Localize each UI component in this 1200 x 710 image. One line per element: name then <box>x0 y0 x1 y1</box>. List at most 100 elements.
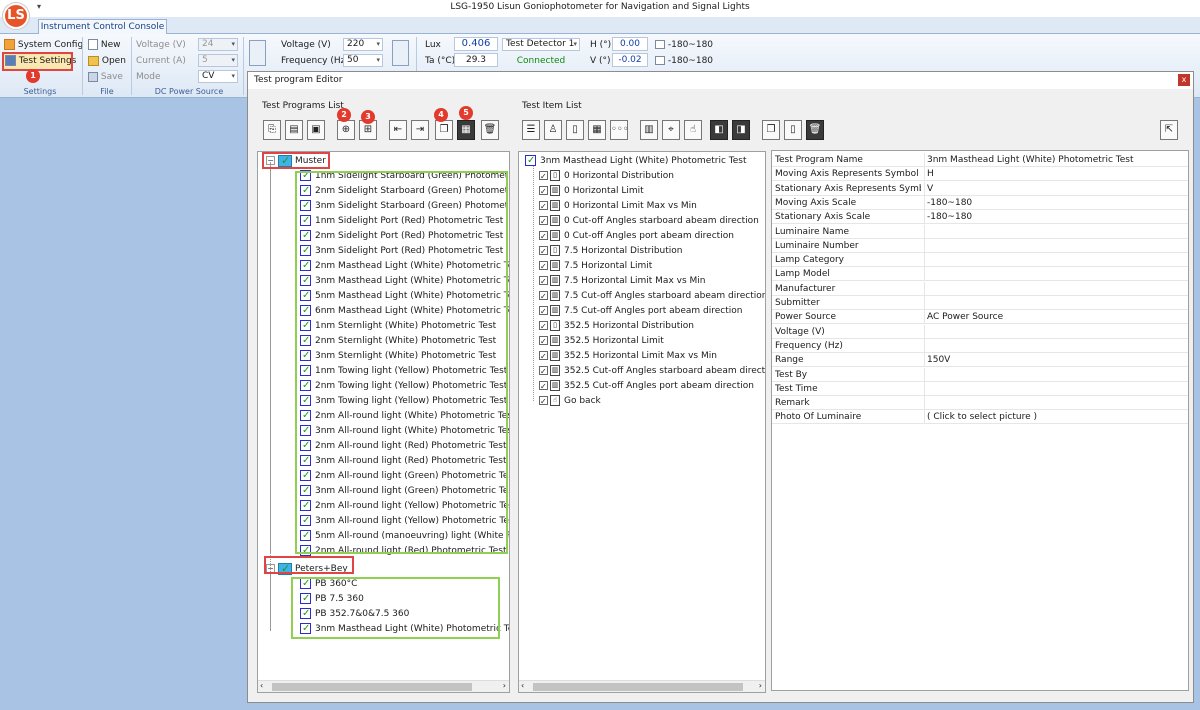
item-checkbox[interactable] <box>539 379 548 394</box>
test-item-row[interactable]: ▯ 0 Horizontal Distribution <box>539 169 765 184</box>
test-item-row[interactable]: ▥ 7.5 Horizontal Limit <box>539 259 765 274</box>
save-program-icon[interactable]: ▣ <box>307 120 325 140</box>
new-program-icon[interactable]: ⎘ <box>263 120 281 140</box>
program-row[interactable]: 3nm Masthead Light (White) Photometric T… <box>300 622 509 637</box>
program-row[interactable]: 2nm All-round light (White) Photometric … <box>300 409 509 424</box>
scroll-right-icon[interactable]: › <box>503 681 506 690</box>
program-checkbox[interactable] <box>300 379 311 393</box>
add-item-icon[interactable]: ☰ <box>522 120 540 140</box>
program-row[interactable]: 1nm Sternlight (White) Photometric Test <box>300 319 509 334</box>
item-checkbox[interactable] <box>539 349 548 364</box>
test-item-row[interactable]: ▥ 0 Horizontal Limit <box>539 184 765 199</box>
property-row[interactable]: Stationary Axis Scale -180~180 <box>772 210 1188 225</box>
program-row[interactable]: 1nm Sidelight Port (Red) Photometric Tes… <box>300 214 509 229</box>
property-row[interactable]: Test Program Name 3nm Masthead Light (Whi… <box>772 153 1188 167</box>
test-item-row[interactable]: ▯ 7.5 Horizontal Distribution <box>539 244 765 259</box>
program-row[interactable]: PB 352.7&0&7.5 360 <box>300 607 509 622</box>
property-row[interactable]: Submitter <box>772 296 1188 310</box>
property-row[interactable]: Luminaire Name <box>772 224 1188 239</box>
item-checkbox[interactable] <box>539 394 548 409</box>
move-right-icon[interactable]: ⇥ <box>411 120 429 140</box>
property-value[interactable] <box>924 253 1188 268</box>
property-row[interactable]: Moving Axis Represents Symbol H <box>772 167 1188 182</box>
program-row[interactable]: 3nm All-round light (Red) Photometric Te… <box>300 454 509 469</box>
item-checkbox[interactable] <box>539 304 548 319</box>
program-checkbox[interactable] <box>300 289 311 303</box>
program-row[interactable]: 2nm Masthead Light (White) Photometric T… <box>300 259 509 274</box>
property-value[interactable]: 150V <box>924 353 1188 368</box>
program-checkbox[interactable] <box>300 424 311 438</box>
test-item-row[interactable]: ▥ 352.5 Horizontal Limit Max vs Min <box>539 349 765 364</box>
test-program-root[interactable]: 3nm Masthead Light (White) Photometric T… <box>525 154 747 169</box>
move-left-icon[interactable]: ⇤ <box>389 120 407 140</box>
property-value[interactable] <box>924 396 1188 411</box>
program-checkbox[interactable] <box>300 184 311 198</box>
test-item-row[interactable]: ▥ 7.5 Cut-off Angles port abeam direction <box>539 304 765 319</box>
root-checkbox[interactable] <box>525 154 536 168</box>
property-value[interactable] <box>924 238 1188 253</box>
program-checkbox[interactable] <box>300 592 311 606</box>
new-button[interactable]: New <box>88 38 121 52</box>
program-row[interactable]: 1nm Sidelight Starboard (Green) Photomet… <box>300 169 509 184</box>
property-value[interactable] <box>924 324 1188 339</box>
test-item-row[interactable]: ▥ 7.5 Cut-off Angles starboard abeam dire… <box>539 289 765 304</box>
test-item-row[interactable]: ▥ 0 Cut-off Angles port abeam direction <box>539 229 765 244</box>
ac-voltage-select[interactable]: 220 <box>343 38 383 51</box>
program-row[interactable]: 2nm Sternlight (White) Photometric Test <box>300 334 509 349</box>
import-program-icon[interactable]: ▤ <box>285 120 303 140</box>
dots-icon[interactable]: ◦◦◦ <box>610 120 629 140</box>
tree-group-0[interactable]: −Muster <box>266 154 326 169</box>
program-checkbox[interactable] <box>300 622 311 636</box>
program-checkbox[interactable] <box>300 394 311 408</box>
program-checkbox[interactable] <box>300 169 311 183</box>
program-checkbox[interactable] <box>300 454 311 468</box>
program-row[interactable]: 2nm Towing light (Yellow) Photometric Te… <box>300 379 509 394</box>
tab-instrument-control-console[interactable]: Instrument Control Console <box>38 19 167 35</box>
scroll-left-icon[interactable]: ‹ <box>521 681 524 690</box>
item-checkbox[interactable] <box>539 244 548 259</box>
property-row[interactable]: Range 150V <box>772 353 1188 368</box>
program-row[interactable]: PB 360°C <box>300 577 509 592</box>
program-row[interactable]: PB 7.5 360 <box>300 592 509 607</box>
program-row[interactable]: 3nm Towing light (Yellow) Photometric Te… <box>300 394 509 409</box>
property-row[interactable]: Lamp Category <box>772 253 1188 268</box>
property-value[interactable]: -180~180 <box>924 210 1188 225</box>
property-row[interactable]: Remark <box>772 396 1188 411</box>
property-value[interactable]: AC Power Source <box>924 310 1188 325</box>
program-checkbox[interactable] <box>300 274 311 288</box>
property-value[interactable]: V <box>924 181 1188 196</box>
test-item-row[interactable]: ▥ 352.5 Cut-off Angles port abeam directi… <box>539 379 765 394</box>
program-checkbox[interactable] <box>300 214 311 228</box>
test-item-row[interactable]: ▥ 7.5 Horizontal Limit Max vs Min <box>539 274 765 289</box>
program-checkbox[interactable] <box>300 607 311 621</box>
item-checkbox[interactable] <box>539 334 548 349</box>
detector-select[interactable]: Test Detector 1 <box>502 38 580 51</box>
test-item-row[interactable]: ▥ 352.5 Horizontal Limit <box>539 334 765 349</box>
item-checkbox[interactable] <box>539 289 548 304</box>
program-checkbox[interactable] <box>300 334 311 348</box>
property-value[interactable]: ( Click to select picture ) <box>924 410 1188 425</box>
distribution-icon[interactable]: ▯ <box>566 120 584 140</box>
property-row[interactable]: Voltage (V) <box>772 324 1188 339</box>
item-delete-icon[interactable]: 🗑 <box>806 120 824 140</box>
open-button[interactable]: Open <box>88 54 126 68</box>
item-checkbox[interactable] <box>539 199 548 214</box>
property-value[interactable] <box>924 267 1188 282</box>
scroll-thumb[interactable] <box>533 683 743 691</box>
program-checkbox[interactable] <box>300 409 311 423</box>
add-group-icon[interactable]: ⊕ <box>337 120 355 140</box>
program-row[interactable]: 2nm Sidelight Starboard (Green) Photomet… <box>300 184 509 199</box>
program-checkbox[interactable] <box>300 199 311 213</box>
program-row[interactable]: 1nm Towing light (Yellow) Photometric Te… <box>300 364 509 379</box>
hand-icon[interactable]: ☝ <box>684 120 702 140</box>
delete-icon[interactable]: 🗑 <box>481 120 499 140</box>
dc-mode-select[interactable]: CV <box>198 70 238 83</box>
programs-tree[interactable]: −Muster 1nm Sidelight Starboard (Green) P… <box>257 151 510 693</box>
property-row[interactable]: Luminaire Number <box>772 238 1188 253</box>
program-checkbox[interactable] <box>300 514 311 528</box>
program-row[interactable]: 3nm Masthead Light (White) Photometric T… <box>300 274 509 289</box>
program-checkbox[interactable] <box>300 349 311 363</box>
user-icon[interactable]: ♙ <box>544 120 562 140</box>
property-value[interactable] <box>924 367 1188 382</box>
property-row[interactable]: Lamp Model <box>772 267 1188 282</box>
